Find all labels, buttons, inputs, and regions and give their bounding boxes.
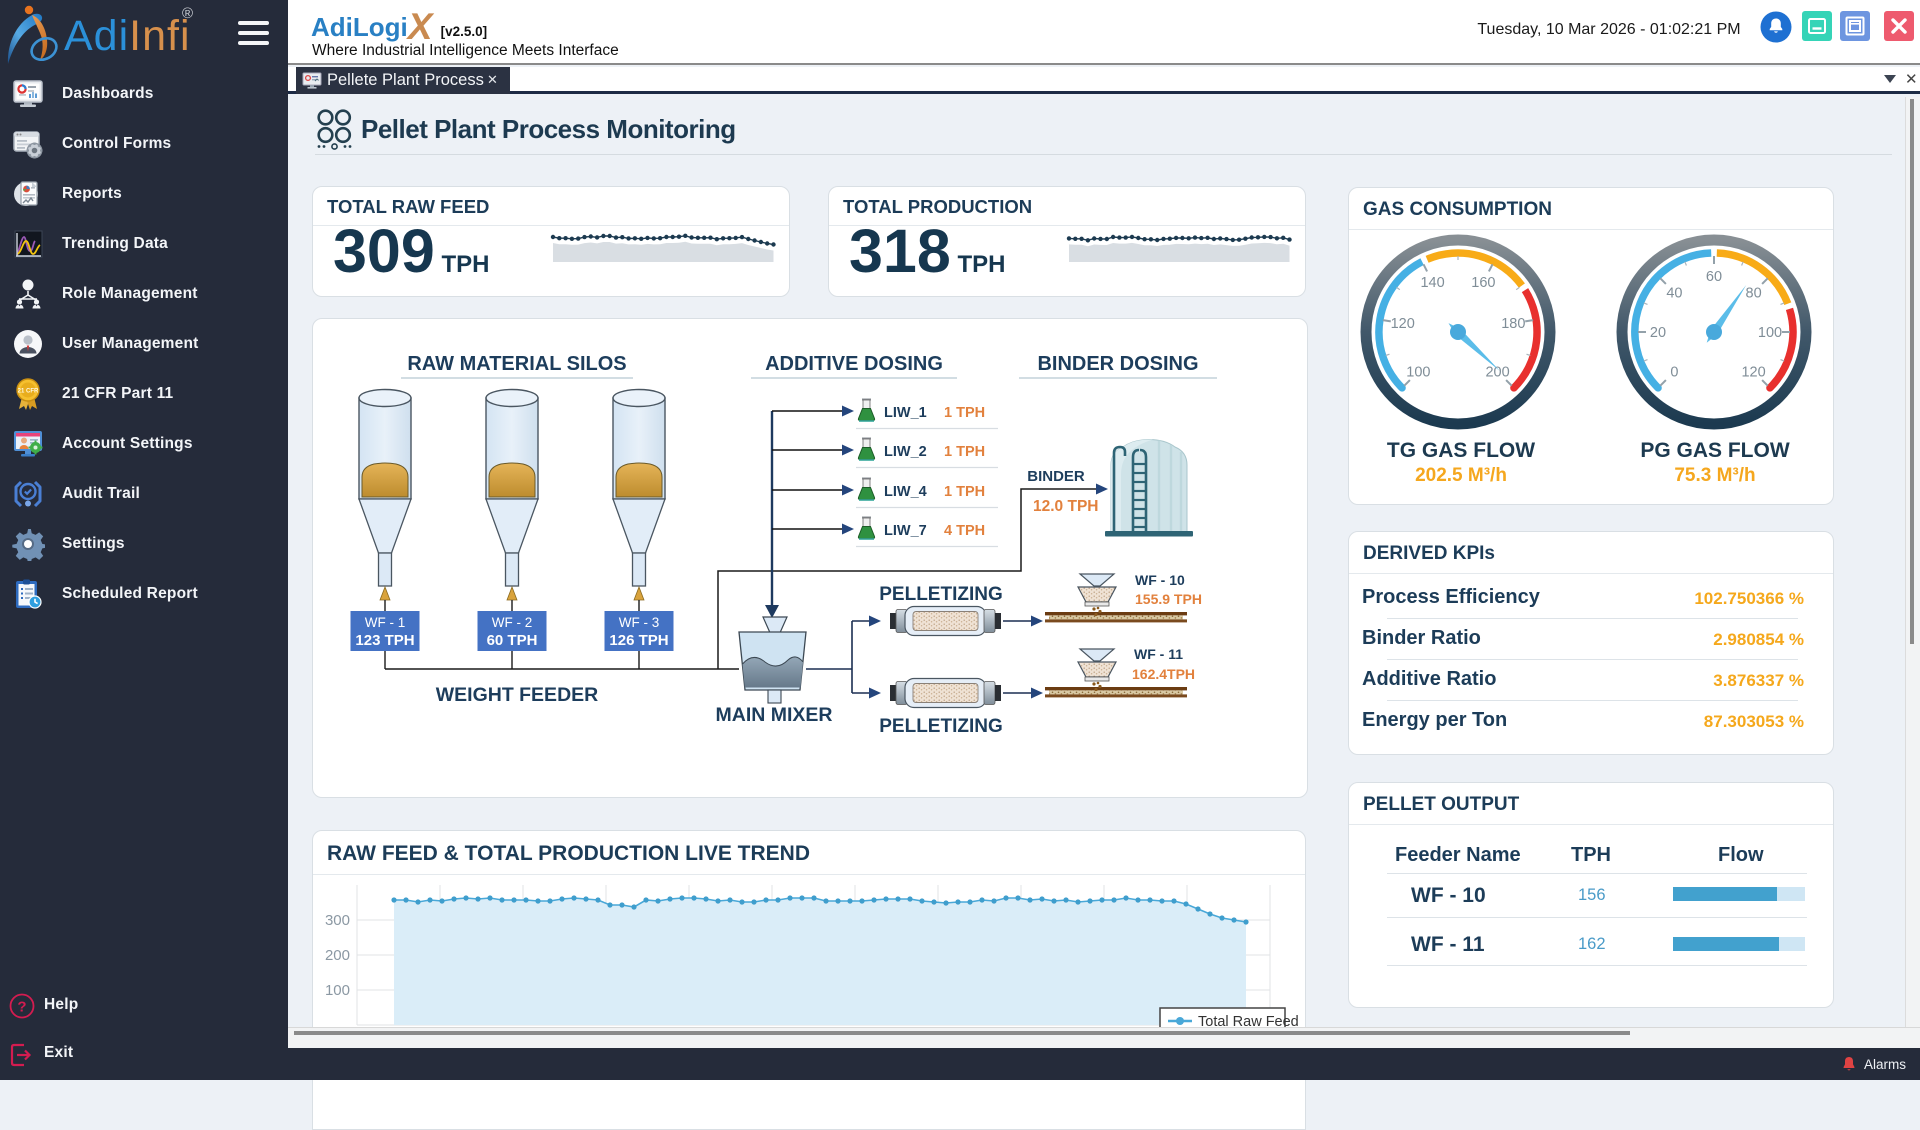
svg-text:126 TPH: 126 TPH [609, 632, 668, 649]
svg-text:120: 120 [1741, 365, 1765, 381]
svg-text:MAIN MIXER: MAIN MIXER [716, 704, 833, 726]
svg-text:60 TPH: 60 TPH [487, 632, 538, 649]
svg-text:RAW MATERIAL SILOS: RAW MATERIAL SILOS [407, 353, 626, 375]
svg-text:PELLETIZING: PELLETIZING [879, 716, 1003, 737]
svg-text:60: 60 [1706, 269, 1722, 285]
svg-text:12.0 TPH: 12.0 TPH [1033, 498, 1098, 515]
svg-text:80: 80 [1746, 285, 1762, 301]
svg-text:21 CFR: 21 CFR [18, 389, 39, 395]
svg-text:WF - 3: WF - 3 [619, 615, 660, 630]
svg-text:20: 20 [1650, 325, 1666, 341]
svg-text:LIW_2: LIW_2 [884, 444, 927, 460]
svg-text:40: 40 [1666, 285, 1682, 301]
svg-text:WEIGHT FEEDER: WEIGHT FEEDER [436, 684, 599, 706]
svg-text:PELLETIZING: PELLETIZING [879, 584, 1003, 605]
svg-text:WF - 2: WF - 2 [492, 615, 533, 630]
svg-text:123 TPH: 123 TPH [355, 632, 414, 649]
svg-text:200: 200 [325, 947, 350, 964]
svg-text:140: 140 [1420, 275, 1444, 291]
svg-text:LIW_4: LIW_4 [884, 484, 927, 500]
svg-text:1 TPH: 1 TPH [944, 444, 985, 460]
svg-text:100: 100 [1758, 325, 1782, 341]
svg-text:300: 300 [325, 912, 350, 929]
svg-text:1 TPH: 1 TPH [944, 405, 985, 421]
svg-text:180: 180 [1501, 316, 1525, 332]
svg-text:120: 120 [1391, 316, 1415, 332]
svg-text:100: 100 [1406, 365, 1430, 381]
svg-text:0: 0 [1670, 365, 1678, 381]
svg-text:155.9 TPH: 155.9 TPH [1135, 591, 1202, 607]
svg-text:ADDITIVE DOSING: ADDITIVE DOSING [765, 353, 943, 375]
svg-text:?: ? [17, 999, 26, 1016]
svg-text:LIW_1: LIW_1 [884, 405, 927, 421]
svg-text:160: 160 [1471, 275, 1495, 291]
svg-text:WF - 1: WF - 1 [365, 615, 406, 630]
svg-text:WF - 10: WF - 10 [1135, 572, 1185, 588]
svg-text:WF - 11: WF - 11 [1134, 646, 1183, 662]
svg-text:162.4TPH: 162.4TPH [1132, 666, 1195, 682]
svg-text:1 TPH: 1 TPH [944, 484, 985, 500]
svg-text:BINDER DOSING: BINDER DOSING [1037, 353, 1198, 375]
svg-text:200: 200 [1485, 365, 1509, 381]
svg-text:BINDER: BINDER [1027, 468, 1085, 485]
svg-text:100: 100 [325, 982, 350, 999]
svg-text:LIW_7: LIW_7 [884, 523, 927, 539]
svg-text:4 TPH: 4 TPH [944, 523, 985, 539]
